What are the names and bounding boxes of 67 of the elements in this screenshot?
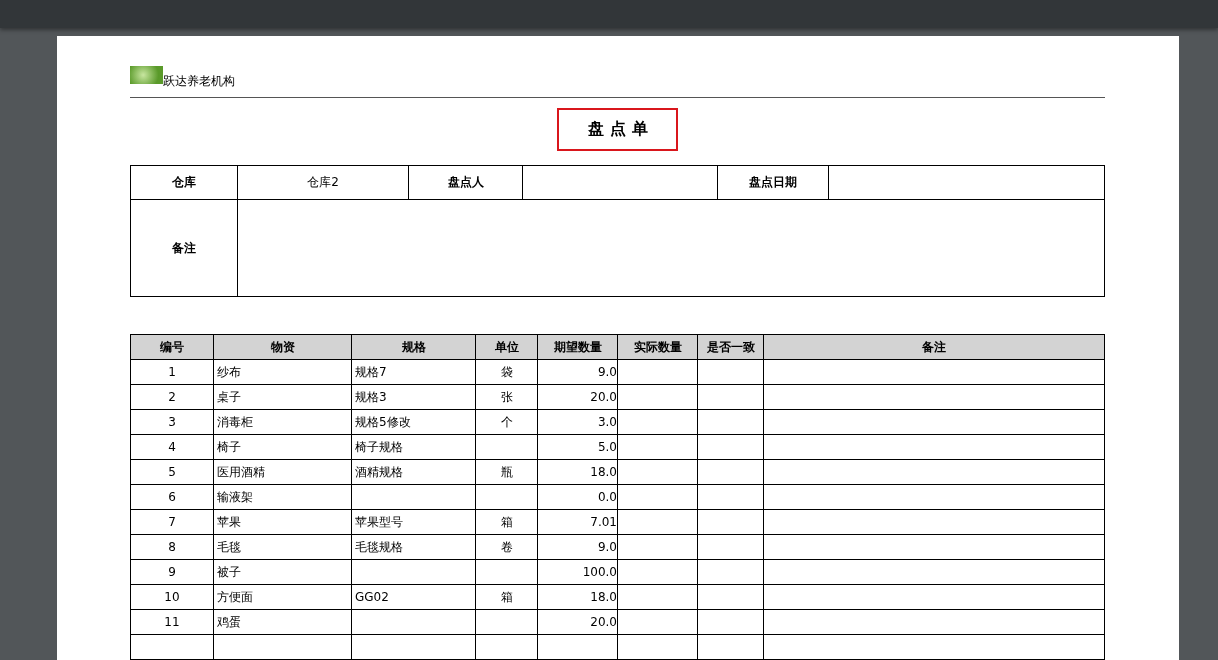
table-cell: 6 (130, 484, 214, 510)
table-cell: 桌子 (213, 384, 352, 410)
logo-image (130, 66, 163, 84)
table-cell: 毛毯规格 (351, 534, 476, 560)
table-cell: 3.0 (537, 409, 618, 435)
table-cell: 8 (130, 534, 214, 560)
table-cell: 医用酒精 (213, 459, 352, 485)
column-header: 备注 (763, 334, 1105, 360)
value-cell: 仓库2 (237, 165, 409, 200)
table-cell: 3 (130, 409, 214, 435)
column-header: 编号 (130, 334, 214, 360)
document-title: 盘点单 (557, 108, 678, 151)
table-cell: 1 (130, 359, 214, 385)
table-cell: 方便面 (213, 584, 352, 610)
table-cell (475, 484, 538, 510)
table-cell: 规格3 (351, 384, 476, 410)
label-cell: 仓库 (130, 165, 238, 200)
column-header: 是否一致 (697, 334, 764, 360)
table-cell: 苹果 (213, 509, 352, 535)
label-cell: 盘点人 (408, 165, 523, 200)
table-cell: 9 (130, 559, 214, 585)
table-cell: 箱 (475, 584, 538, 610)
table-cell: 5.0 (537, 434, 618, 460)
table-cell: 5 (130, 459, 214, 485)
table-cell: 鸡蛋 (213, 609, 352, 635)
column-header: 规格 (351, 334, 476, 360)
table-cell: 瓶 (475, 459, 538, 485)
table-cell: 张 (475, 384, 538, 410)
table-cell: 规格7 (351, 359, 476, 385)
table-cell: 0.0 (537, 484, 618, 510)
table-cell: 20.0 (537, 384, 618, 410)
table-cell: 袋 (475, 359, 538, 385)
table-cell: 箱 (475, 509, 538, 535)
table-cell: 18.0 (537, 459, 618, 485)
table-cell: 18.0 (537, 584, 618, 610)
table-cell: 20.0 (537, 609, 618, 635)
table-cell: 毛毯 (213, 534, 352, 560)
label-cell: 盘点日期 (717, 165, 829, 200)
table-cell: 被子 (213, 559, 352, 585)
organization-name: 跃达养老机构 (163, 74, 235, 88)
table-cell: 11 (130, 609, 214, 635)
label-cell: 备注 (130, 199, 238, 297)
table-cell: 7 (130, 509, 214, 535)
column-header: 实际数量 (617, 334, 698, 360)
table-cell: 消毒柜 (213, 409, 352, 435)
table-cell: 10 (130, 584, 214, 610)
table-cell (475, 434, 538, 460)
table-cell: 酒精规格 (351, 459, 476, 485)
column-header: 物资 (213, 334, 352, 360)
table-cell: 输液架 (213, 484, 352, 510)
table-cell: 2 (130, 384, 214, 410)
table-cell: 100.0 (537, 559, 618, 585)
table-cell: 椅子规格 (351, 434, 476, 460)
column-header: 单位 (475, 334, 538, 360)
column-header: 期望数量 (537, 334, 618, 360)
table-cell: 卷 (475, 534, 538, 560)
table-cell: 纱布 (213, 359, 352, 385)
table-cell: 苹果型号 (351, 509, 476, 535)
table-cell: GG02 (351, 584, 476, 610)
table-cell: 规格5修改 (351, 409, 476, 435)
table-cell: 9.0 (537, 534, 618, 560)
table-cell: 椅子 (213, 434, 352, 460)
table-cell (475, 559, 538, 585)
table-cell: 4 (130, 434, 214, 460)
table-cell: 个 (475, 409, 538, 435)
table-cell: 9.0 (537, 359, 618, 385)
table-cell: 7.01 (537, 509, 618, 535)
